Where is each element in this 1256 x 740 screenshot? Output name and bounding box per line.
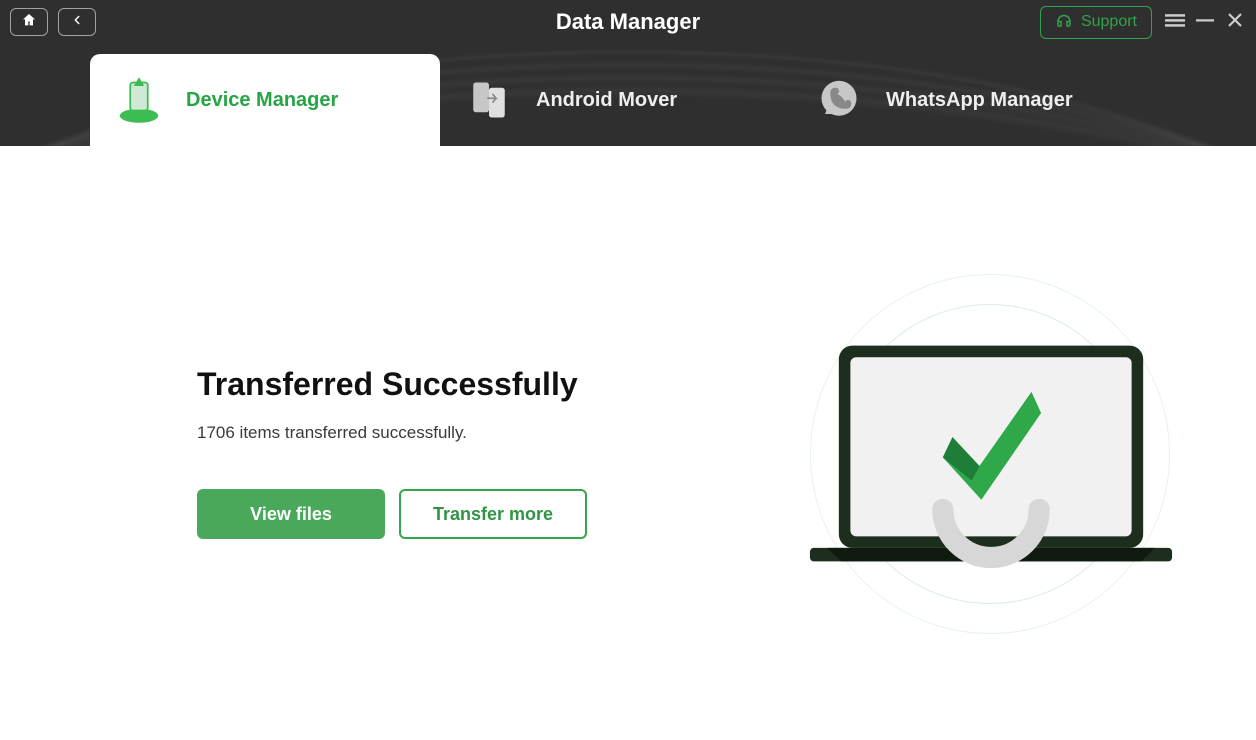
back-button[interactable]	[58, 8, 96, 36]
chevron-left-icon	[70, 13, 84, 32]
header: Data Manager Support	[0, 0, 1256, 146]
tab-label: Android Mover	[536, 89, 677, 112]
close-button[interactable]	[1224, 11, 1246, 33]
result-subtext: 1706 items transferred successfully.	[197, 423, 587, 443]
tab-whatsapp-manager[interactable]: WhatsApp Manager	[790, 54, 1140, 146]
tab-device-manager[interactable]: Device Manager	[90, 54, 440, 146]
laptop-checkmark-icon	[808, 336, 1174, 586]
tab-android-mover[interactable]: Android Mover	[440, 54, 790, 146]
app-title: Data Manager	[556, 9, 700, 35]
headset-icon	[1055, 11, 1073, 34]
support-label: Support	[1081, 13, 1137, 31]
minimize-button[interactable]	[1194, 11, 1216, 33]
tab-label: Device Manager	[186, 89, 338, 112]
tab-bar: Device Manager Android Mover WhatsApp	[0, 44, 1256, 146]
action-buttons: View files Transfer more	[197, 489, 587, 539]
result-heading: Transferred Successfully	[197, 366, 587, 403]
home-icon	[21, 12, 37, 33]
menu-button[interactable]	[1164, 11, 1186, 33]
hamburger-icon	[1165, 10, 1185, 35]
whatsapp-manager-icon	[810, 71, 868, 129]
success-illustration	[800, 264, 1180, 644]
transfer-more-button[interactable]: Transfer more	[399, 489, 587, 539]
support-button[interactable]: Support	[1040, 6, 1152, 39]
window-controls	[1164, 11, 1246, 33]
view-files-button[interactable]: View files	[197, 489, 385, 539]
close-icon	[1226, 11, 1244, 34]
result-panel: Transferred Successfully 1706 items tran…	[197, 366, 587, 539]
tab-label: WhatsApp Manager	[886, 89, 1073, 112]
device-manager-icon	[110, 71, 168, 129]
content: Transferred Successfully 1706 items tran…	[0, 146, 1256, 740]
home-button[interactable]	[10, 8, 48, 36]
titlebar: Data Manager Support	[0, 0, 1256, 44]
minimize-icon	[1196, 11, 1214, 34]
android-mover-icon	[460, 71, 518, 129]
